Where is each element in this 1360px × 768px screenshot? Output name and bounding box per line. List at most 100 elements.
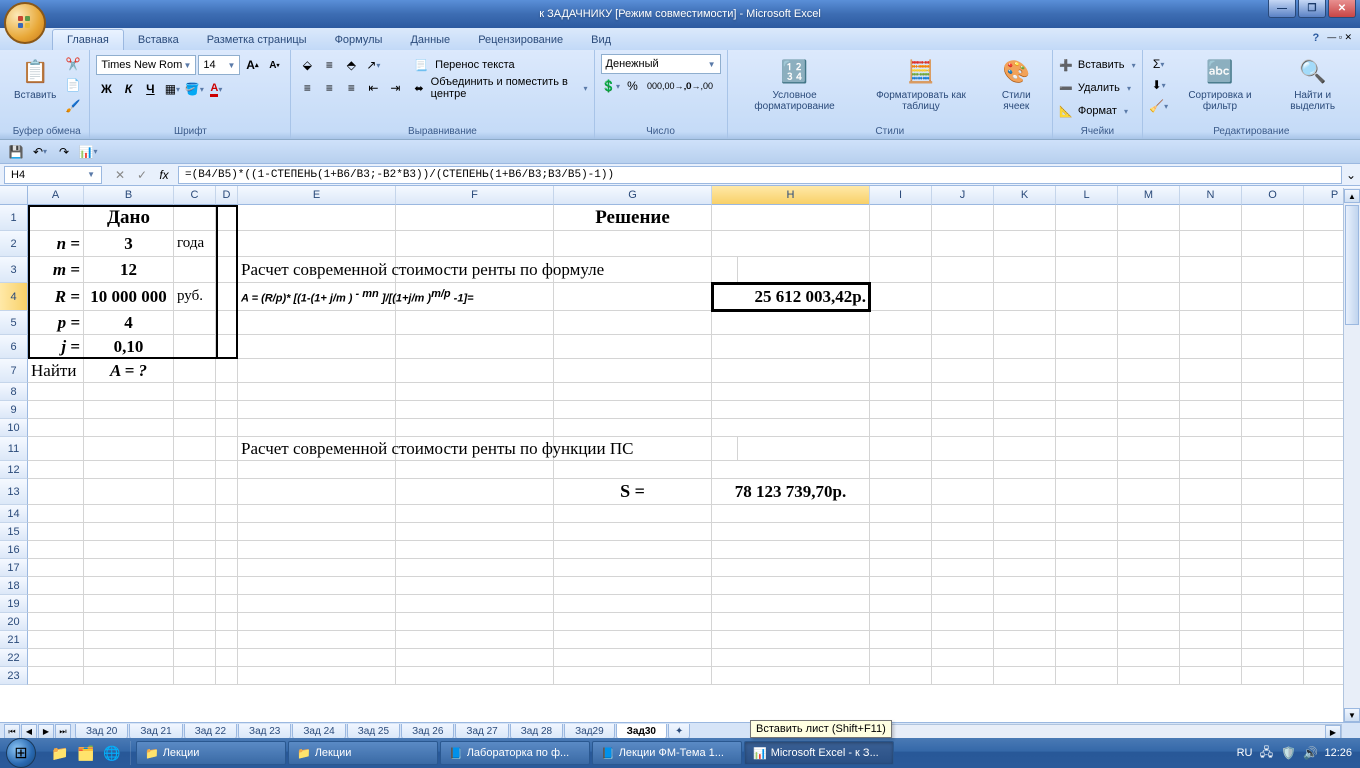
tab-insert[interactable]: Вставка: [124, 30, 193, 50]
cancel-formula-button[interactable]: ✕: [110, 165, 130, 185]
redo-button[interactable]: ↷: [54, 142, 74, 162]
cell-B3[interactable]: 12: [84, 257, 174, 283]
undo-button[interactable]: ↶▾: [30, 142, 50, 162]
cell-E11[interactable]: Расчет современной стоимости ренты по фу…: [238, 437, 738, 461]
col-header-E[interactable]: E: [238, 186, 396, 205]
col-header-I[interactable]: I: [870, 186, 932, 205]
name-box[interactable]: H4▼: [4, 166, 102, 184]
cell-H13[interactable]: 78 123 739,70р.: [712, 479, 870, 505]
tab-nav-next[interactable]: ▶: [38, 724, 54, 739]
currency-button[interactable]: 💲▾: [601, 76, 621, 96]
tab-nav-first[interactable]: ⏮: [4, 724, 20, 739]
shrink-font-button[interactable]: A▾: [264, 55, 284, 75]
tab-formulas[interactable]: Формулы: [321, 30, 397, 50]
row-header-11[interactable]: 11: [0, 437, 28, 461]
close-button[interactable]: ✕: [1328, 0, 1356, 18]
expand-formula-button[interactable]: ⌄: [1342, 165, 1360, 185]
maximize-button[interactable]: ❐: [1298, 0, 1326, 18]
insert-cells-button[interactable]: ➕ Вставить ▾: [1059, 54, 1135, 76]
row-header-19[interactable]: 19: [0, 595, 28, 613]
cell-styles-button[interactable]: 🎨Стили ячеек: [986, 54, 1046, 114]
taskbar-button[interactable]: 📘Лабораторка по ф...: [440, 741, 590, 765]
row-header-9[interactable]: 9: [0, 401, 28, 419]
row-header-18[interactable]: 18: [0, 577, 28, 595]
row-header-22[interactable]: 22: [0, 649, 28, 667]
cell-A7[interactable]: Найти: [28, 359, 84, 383]
minimize-ribbon-icon[interactable]: — ▫ ✕: [1327, 32, 1352, 44]
autosum-button[interactable]: Σ▾: [1149, 54, 1169, 74]
find-select-button[interactable]: 🔍Найти и выделить: [1271, 54, 1354, 114]
tab-view[interactable]: Вид: [577, 30, 625, 50]
row-header-12[interactable]: 12: [0, 461, 28, 479]
clock[interactable]: 12:26: [1324, 747, 1352, 759]
decrease-indent-button[interactable]: ⇤: [363, 78, 383, 98]
font-color-button[interactable]: A▾: [206, 79, 226, 99]
cell-C2[interactable]: года: [174, 231, 216, 257]
delete-cells-button[interactable]: ➖ Удалить ▾: [1059, 77, 1135, 99]
lang-indicator[interactable]: RU: [1237, 747, 1253, 759]
tray-shield-icon[interactable]: 🛡️: [1280, 745, 1296, 761]
cell-B1[interactable]: Дано: [84, 205, 174, 231]
col-header-G[interactable]: G: [554, 186, 712, 205]
cell-B7[interactable]: A = ?: [84, 359, 174, 383]
row-header-13[interactable]: 13: [0, 479, 28, 505]
cell-A2[interactable]: n =: [28, 231, 84, 257]
row-header-8[interactable]: 8: [0, 383, 28, 401]
col-header-L[interactable]: L: [1056, 186, 1118, 205]
sort-filter-button[interactable]: 🔤Сортировка и фильтр: [1172, 54, 1269, 114]
row-header-15[interactable]: 15: [0, 523, 28, 541]
format-table-button[interactable]: 🧮Форматировать как таблицу: [859, 54, 984, 114]
row-header-21[interactable]: 21: [0, 631, 28, 649]
align-center-button[interactable]: ≡: [319, 78, 339, 98]
conditional-format-button[interactable]: 🔢Условное форматирование: [734, 54, 856, 114]
vertical-scrollbar[interactable]: ▲ ▼: [1343, 188, 1360, 723]
col-header-B[interactable]: B: [84, 186, 174, 205]
col-header-A[interactable]: A: [28, 186, 84, 205]
align-middle-button[interactable]: ≡: [319, 55, 339, 75]
grow-font-button[interactable]: A▴: [242, 55, 262, 75]
taskbar-button[interactable]: 📁Лекции: [288, 741, 438, 765]
tab-nav-last[interactable]: ⏭: [55, 724, 71, 739]
col-header-K[interactable]: K: [994, 186, 1056, 205]
fx-button[interactable]: fx: [154, 165, 174, 185]
ql-explorer[interactable]: 📁: [48, 741, 72, 765]
paste-button[interactable]: 📋 Вставить: [10, 54, 60, 103]
qat-more-button[interactable]: 📊▾: [78, 142, 98, 162]
align-top-button[interactable]: ⬙: [297, 55, 317, 75]
orientation-button[interactable]: ↗▾: [363, 55, 383, 75]
row-header-17[interactable]: 17: [0, 559, 28, 577]
tab-nav-prev[interactable]: ◀: [21, 724, 37, 739]
col-header-H[interactable]: H: [712, 186, 870, 205]
row-header-4[interactable]: 4: [0, 283, 28, 311]
row-header-6[interactable]: 6: [0, 335, 28, 359]
ql-ie[interactable]: 🌐: [100, 741, 124, 765]
cell-A4[interactable]: R =: [28, 283, 84, 311]
percent-button[interactable]: %: [623, 76, 643, 96]
row-header-5[interactable]: 5: [0, 311, 28, 335]
underline-button[interactable]: Ч: [140, 79, 160, 99]
col-header-C[interactable]: C: [174, 186, 216, 205]
cell-B2[interactable]: 3: [84, 231, 174, 257]
bold-button[interactable]: Ж: [96, 79, 116, 99]
col-header-O[interactable]: O: [1242, 186, 1304, 205]
col-header-M[interactable]: M: [1118, 186, 1180, 205]
start-button[interactable]: ⊞: [0, 738, 42, 768]
tray-network-icon[interactable]: 🖧: [1258, 745, 1274, 761]
fill-button[interactable]: ⬇▾: [1149, 75, 1169, 95]
wrap-text-button[interactable]: 📃 Перенос текста: [414, 54, 587, 76]
cell-C4[interactable]: руб.: [174, 283, 216, 311]
taskbar-button[interactable]: 📊Microsoft Excel - к З...: [744, 741, 894, 765]
cell-B5[interactable]: 4: [84, 311, 174, 335]
row-header-16[interactable]: 16: [0, 541, 28, 559]
row-header-14[interactable]: 14: [0, 505, 28, 523]
font-size-dropdown[interactable]: 14▼: [198, 55, 240, 75]
align-right-button[interactable]: ≡: [341, 78, 361, 98]
cell-A6[interactable]: j =: [28, 335, 84, 359]
tray-volume-icon[interactable]: 🔊: [1302, 745, 1318, 761]
row-header-10[interactable]: 10: [0, 419, 28, 437]
tab-home[interactable]: Главная: [52, 29, 124, 50]
enter-formula-button[interactable]: ✓: [132, 165, 152, 185]
col-header-N[interactable]: N: [1180, 186, 1242, 205]
cell-G1[interactable]: Решение: [554, 205, 712, 231]
row-header-7[interactable]: 7: [0, 359, 28, 383]
